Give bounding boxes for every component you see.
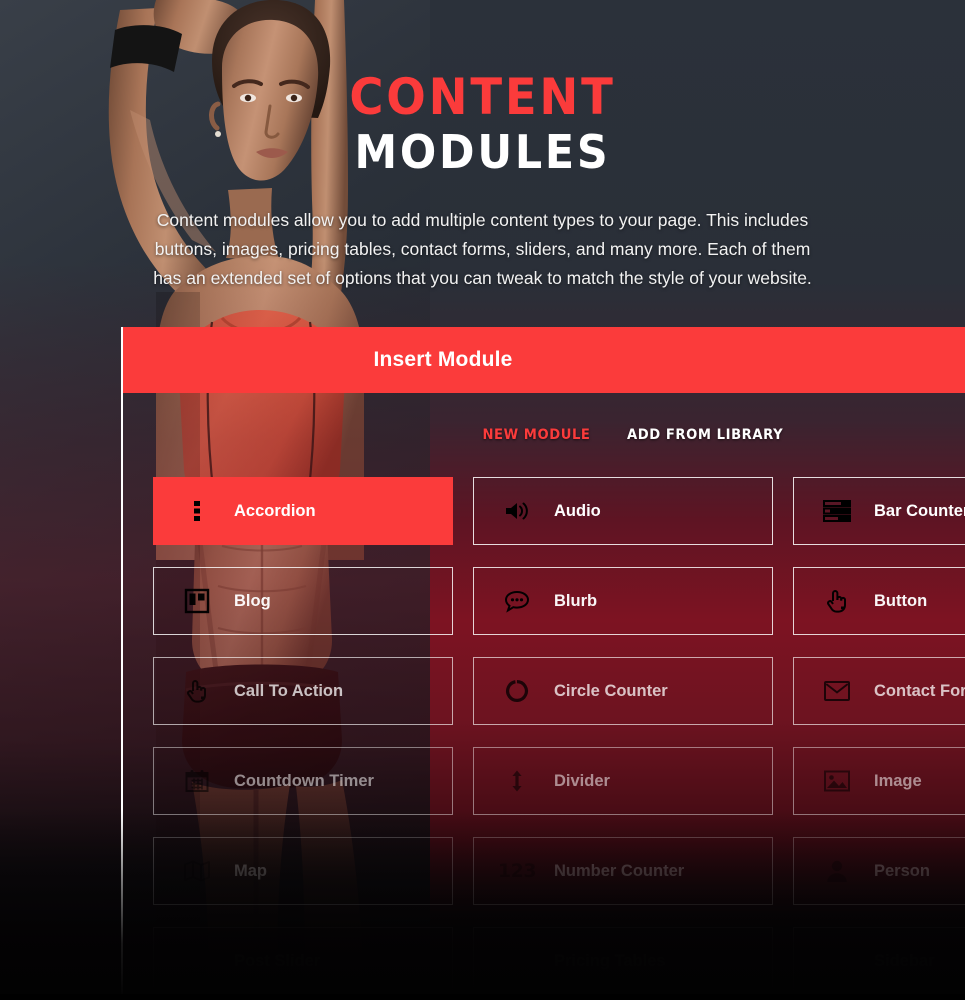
audio-icon bbox=[502, 496, 532, 526]
module-card-label: Contact Form bbox=[874, 681, 965, 700]
module-card-blurb[interactable]: Blurb bbox=[473, 567, 773, 635]
module-card-label: Post Slider bbox=[234, 951, 321, 970]
number-counter-icon: 123 bbox=[497, 860, 537, 882]
tab-add-from-library[interactable]: ADD FROM LIBRARY bbox=[627, 427, 783, 443]
module-card-label: Blurb bbox=[554, 591, 598, 610]
module-card-label: Call To Action bbox=[234, 681, 344, 700]
page-stage: CONTENT MODULES Content modules allow yo… bbox=[0, 0, 965, 1000]
module-card-post-slider[interactable]: Post Slider bbox=[153, 927, 453, 995]
countdown-timer-icon bbox=[182, 766, 212, 796]
call-to-action-icon bbox=[182, 676, 212, 706]
module-card-bar-counters[interactable]: Bar Counters bbox=[793, 477, 965, 545]
module-card-image[interactable]: Image bbox=[793, 747, 965, 815]
modal-title: Insert Module bbox=[373, 348, 513, 371]
module-card-button[interactable]: Button bbox=[793, 567, 965, 635]
modal-header: Insert Module bbox=[123, 327, 965, 393]
module-card-label: Accordion bbox=[234, 501, 316, 520]
sidebar-icon bbox=[822, 946, 852, 976]
module-card-divider[interactable]: Divider bbox=[473, 747, 773, 815]
module-card-pricing-tables[interactable]: Pricing Tables bbox=[473, 927, 773, 995]
post-slider-icon bbox=[182, 946, 212, 976]
blog-icon bbox=[182, 586, 212, 616]
bottom-bar bbox=[0, 994, 965, 1000]
module-card-contact-form[interactable]: Contact Form bbox=[793, 657, 965, 725]
tab-new-module[interactable]: NEW MODULE bbox=[482, 427, 590, 443]
module-card-label: Audio bbox=[554, 501, 601, 520]
image-icon bbox=[822, 766, 852, 796]
module-card-label: Image bbox=[874, 771, 922, 790]
insert-module-modal: Insert Module NEW MODULE ADD FROM LIBRAR… bbox=[121, 327, 965, 1000]
button-icon bbox=[822, 586, 852, 616]
person-icon bbox=[822, 856, 852, 886]
module-card-label: Number Counter bbox=[554, 861, 685, 880]
module-card-label: Countdown Timer bbox=[234, 771, 374, 790]
hero-description: Content modules allow you to add multipl… bbox=[153, 209, 812, 288]
blurb-icon bbox=[502, 586, 532, 616]
module-card-label: Bar Counters bbox=[874, 501, 965, 520]
module-card-sidebar[interactable]: Sidebar bbox=[793, 927, 965, 995]
module-card-label: Circle Counter bbox=[554, 681, 668, 700]
module-card-number-counter[interactable]: 123 Number Counter bbox=[473, 837, 773, 905]
module-card-countdown-timer[interactable]: Countdown Timer bbox=[153, 747, 453, 815]
divider-icon bbox=[502, 766, 532, 796]
hero-section: CONTENT MODULES Content modules allow yo… bbox=[0, 0, 965, 293]
module-card-blog[interactable]: Blog bbox=[153, 567, 453, 635]
module-grid: Accordion Audio Bar Counters Blog Blurb Butto… bbox=[123, 477, 965, 1000]
modal-body: NEW MODULE ADD FROM LIBRARY Accordion Aud… bbox=[123, 393, 965, 1000]
hero-title-main: MODULES bbox=[354, 125, 611, 179]
module-card-label: Sidebar bbox=[874, 951, 935, 970]
modal-tab-bar: NEW MODULE ADD FROM LIBRARY bbox=[123, 393, 965, 477]
module-card-call-to-action[interactable]: Call To Action bbox=[153, 657, 453, 725]
module-card-label: Blog bbox=[234, 591, 271, 610]
module-card-label: Pricing Tables bbox=[554, 951, 666, 970]
map-icon bbox=[182, 856, 212, 886]
module-card-label: Map bbox=[234, 861, 267, 880]
accordion-icon bbox=[182, 496, 212, 526]
module-card-audio[interactable]: Audio bbox=[473, 477, 773, 545]
circle-counter-icon bbox=[502, 676, 532, 706]
module-card-label: Button bbox=[874, 591, 928, 610]
hero-title-accent: CONTENT bbox=[349, 68, 616, 126]
module-card-circle-counter[interactable]: Circle Counter bbox=[473, 657, 773, 725]
bar-counters-icon bbox=[822, 496, 852, 526]
module-card-label: Person bbox=[874, 861, 930, 880]
module-card-label: Divider bbox=[554, 771, 610, 790]
module-card-accordion[interactable]: Accordion bbox=[153, 477, 453, 545]
pricing-tables-icon bbox=[502, 946, 532, 976]
contact-form-icon bbox=[822, 676, 852, 706]
module-card-map[interactable]: Map bbox=[153, 837, 453, 905]
module-card-person[interactable]: Person bbox=[793, 837, 965, 905]
